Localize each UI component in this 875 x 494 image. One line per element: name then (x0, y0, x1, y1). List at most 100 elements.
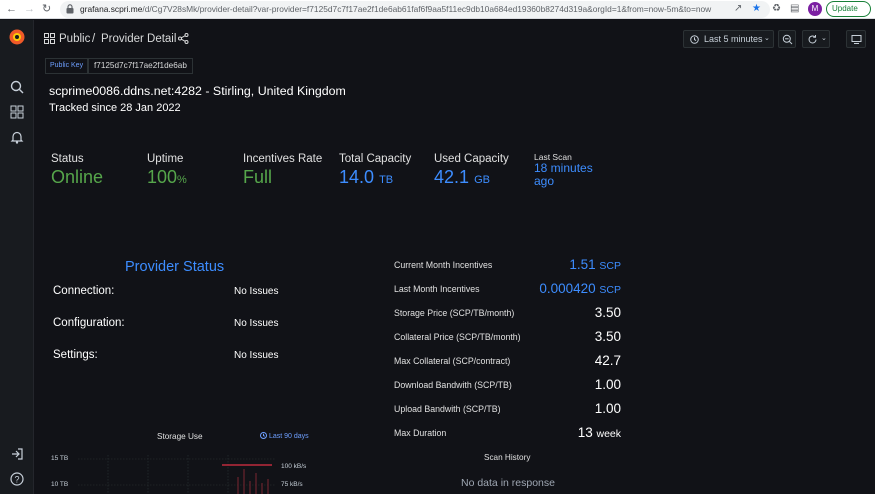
configuration-value: No Issues (234, 318, 279, 329)
last-month-incentives-label: Last Month Incentives (394, 284, 480, 294)
forward-icon[interactable]: → (24, 3, 35, 16)
max-duration-label: Max Duration (394, 428, 447, 438)
settings-label: Settings: (53, 349, 98, 361)
upload-bandwith-value: 1.00 (594, 401, 621, 416)
storage-price-value: 3.50 (594, 305, 621, 320)
browser-toolbar: ← → ↻ grafana.scpri.me/d/Cg7V28sMk/provi… (0, 0, 875, 19)
tracked-since: Tracked since 28 Jan 2022 (49, 102, 181, 114)
collateral-price-value: 3.50 (594, 329, 621, 344)
stat-status: Status Online (51, 153, 103, 188)
zoom-out-icon (782, 34, 793, 45)
current-month-incentives-value-wrap: 1.51 SCP (569, 257, 621, 272)
dashboard-grid-icon (44, 33, 55, 44)
dashboards-icon[interactable] (9, 104, 25, 120)
storage-use-chart (78, 455, 276, 494)
storage-use-title: Storage Use (157, 432, 203, 441)
public-key-label: Public Key (45, 58, 89, 74)
update-button[interactable]: Update (826, 1, 871, 17)
lock-icon (66, 4, 74, 14)
zoom-out-button[interactable] (778, 30, 796, 48)
storage-use-range[interactable]: Last 90 days (260, 432, 309, 440)
stat-total-capacity-unit: TB (379, 174, 394, 186)
configuration-label: Configuration: (53, 317, 125, 329)
storage-price-label: Storage Price (SCP/TB/month) (394, 308, 515, 318)
svg-text:?: ? (14, 475, 19, 485)
page-title[interactable]: Provider Detail (101, 32, 176, 46)
stat-total-capacity-value-wrap: 14.0 TB (339, 166, 411, 191)
refresh-chevron-icon: ⌄ (821, 35, 827, 42)
stat-incentives-rate-label: Incentives Rate (243, 153, 323, 165)
address-bar[interactable]: grafana.scpri.me/d/Cg7V28sMk/provider-de… (60, 1, 770, 18)
stat-uptime: Uptime 100% (147, 153, 187, 191)
sign-in-icon[interactable] (9, 446, 25, 462)
stat-used-capacity-value: 42.1 (434, 167, 470, 187)
current-month-incentives-unit: SCP (599, 260, 621, 272)
scan-history-empty: No data in response (461, 477, 555, 489)
monitor-icon (851, 35, 862, 44)
search-icon[interactable] (9, 79, 25, 95)
breadcrumb-separator: / (92, 33, 96, 45)
reload-icon[interactable]: ↻ (42, 3, 51, 16)
stat-used-capacity-label: Used Capacity (434, 153, 509, 165)
reading-list-icon[interactable]: ▤ (790, 3, 799, 15)
connection-value: No Issues (234, 286, 279, 297)
stat-status-label: Status (51, 153, 84, 165)
alerting-bell-icon[interactable] (9, 129, 25, 145)
extensions-icon[interactable]: ♻ (772, 3, 781, 15)
last-month-incentives-unit: SCP (599, 284, 621, 296)
max-collateral-value: 42.7 (594, 353, 621, 368)
refresh-button[interactable]: ⌄ (802, 30, 830, 48)
sidebar: ? (0, 20, 34, 494)
bookmark-star-icon[interactable]: ★ (752, 3, 761, 15)
storage-use-range-label: Last 90 days (268, 433, 309, 440)
max-collateral-label: Max Collateral (SCP/contract) (394, 356, 511, 366)
y2-tick-100kbs: 100 kB/s (281, 463, 307, 470)
help-icon[interactable]: ? (9, 471, 25, 487)
stat-uptime-value-wrap: 100% (147, 166, 187, 191)
provider-status-title: Provider Status (125, 259, 225, 275)
max-duration-unit: week (596, 428, 621, 440)
stat-used-capacity-unit: GB (474, 174, 490, 186)
collateral-price-label: Collateral Price (SCP/TB/month) (394, 332, 521, 342)
profile-avatar[interactable]: M (808, 2, 822, 16)
stat-uptime-value: 100 (147, 167, 178, 187)
max-duration-value-wrap: 13 week (578, 425, 621, 440)
stat-used-capacity: Used Capacity 42.1 GB (434, 153, 509, 191)
time-range-label: Last 5 minutes (704, 34, 763, 44)
grafana-logo-icon[interactable] (8, 28, 26, 46)
settings-value: No Issues (234, 350, 279, 361)
max-duration-value: 13 (577, 425, 593, 440)
download-bandwith-label: Download Bandwith (SCP/TB) (394, 380, 512, 390)
clock-icon (690, 35, 699, 44)
current-month-incentives-label: Current Month Incentives (394, 260, 493, 270)
time-range-picker[interactable]: Last 5 minutes ⌄ (683, 30, 774, 48)
download-bandwith-value: 1.00 (594, 377, 621, 392)
stat-used-capacity-value-wrap: 42.1 GB (434, 166, 509, 191)
provider-address: scprime0086.ddns.net:4282 - Stirling, Un… (49, 84, 346, 98)
stat-last-scan-value: 18 minutes ago (534, 161, 593, 188)
url-text: grafana.scpri.me/d/Cg7V28sMk/provider-de… (80, 4, 712, 14)
stat-total-capacity-label: Total Capacity (339, 153, 412, 165)
connection-label: Connection: (53, 285, 115, 297)
stat-incentives-rate: Incentives Rate Full (243, 153, 322, 188)
refresh-icon (808, 35, 817, 44)
stat-uptime-label: Uptime (147, 153, 184, 165)
stat-last-scan: Last Scan 18 minutes ago (534, 152, 604, 188)
y-tick-15tb: 15 TB (51, 455, 69, 462)
stat-status-value: Online (51, 167, 104, 187)
upload-bandwith-label: Upload Bandwith (SCP/TB) (394, 404, 501, 414)
stat-total-capacity: Total Capacity 14.0 TB (339, 153, 411, 191)
breadcrumb-folder[interactable]: Public (59, 32, 90, 46)
back-icon[interactable]: ← (6, 3, 17, 16)
stat-incentives-rate-value: Full (243, 167, 273, 187)
tv-mode-button[interactable] (846, 30, 866, 48)
clock-icon (260, 432, 267, 439)
stat-uptime-unit: % (177, 174, 187, 186)
chevron-down-icon: ⌄ (764, 35, 770, 42)
public-key-value: f7125d7c7f17ae2f1de6ab (88, 58, 193, 74)
dashboard-nav: Public / Provider Detail Last 5 minutes … (35, 20, 875, 56)
share-dashboard-icon[interactable] (178, 33, 189, 44)
last-month-incentives-value-wrap: 0.000420 SCP (539, 281, 621, 296)
share-icon[interactable]: ↗ (734, 3, 742, 15)
scan-history-title: Scan History (484, 453, 531, 462)
